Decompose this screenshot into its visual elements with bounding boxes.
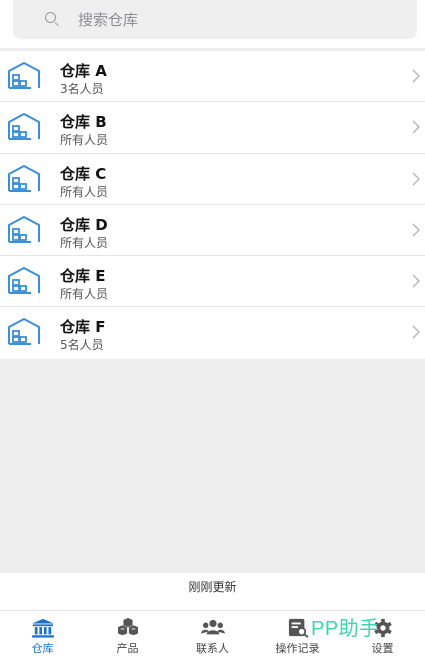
warehouse-row[interactable]: 仓库 F 5名人员 — [0, 307, 425, 358]
warehouse-staff: 3名人员 — [60, 82, 104, 96]
chevron-right-icon — [412, 325, 421, 340]
warehouse-icon — [8, 267, 40, 295]
warehouse-row[interactable]: 仓库 E 所有人员 — [0, 256, 425, 308]
warehouse-icon — [31, 618, 54, 638]
warehouse-name: 仓库 B — [60, 113, 107, 132]
warehouse-name: 仓库 A — [60, 62, 107, 80]
update-status-text: 刚刚更新 — [188, 580, 237, 594]
warehouse-staff: 所有人员 — [60, 184, 109, 199]
log-icon — [288, 618, 309, 638]
warehouse-staff: 所有人员 — [60, 133, 109, 148]
update-status: 刚刚更新 — [0, 573, 425, 610]
tab-warehouse[interactable]: 仓库 — [0, 611, 85, 656]
warehouse-list: 仓库 A 3名人员 仓库 B 所有人员 仓库 C 所有人员 仓库 D 所有人员 … — [0, 51, 425, 359]
warehouse-row[interactable]: 仓库 D 所有人员 — [0, 205, 425, 257]
tab-label: 操作记录 — [275, 642, 320, 655]
warehouse-icon — [8, 318, 40, 346]
chevron-right-icon — [412, 120, 421, 134]
warehouse-row[interactable]: 仓库 C 所有人员 — [0, 154, 425, 205]
search-input[interactable]: 搜索仓库 — [78, 9, 138, 30]
tab-label: 仓库 — [31, 642, 54, 655]
warehouse-icon — [8, 215, 40, 243]
chevron-right-icon — [412, 69, 421, 83]
search-bar[interactable]: 搜索仓库 — [13, 0, 417, 39]
warehouse-row[interactable]: 仓库 A 3名人员 — [0, 51, 425, 103]
warehouse-name: 仓库 F — [60, 318, 106, 337]
warehouse-staff: 所有人员 — [60, 287, 109, 302]
chevron-right-icon — [412, 223, 421, 237]
warehouse-name: 仓库 E — [60, 267, 106, 286]
chevron-right-icon — [412, 172, 421, 186]
boxes-icon — [117, 618, 138, 636]
warehouse-name: 仓库 C — [60, 164, 107, 183]
search-area: 搜索仓库 — [0, 0, 425, 48]
contacts-icon — [200, 619, 225, 635]
chevron-right-icon — [412, 274, 421, 288]
search-icon — [45, 11, 61, 28]
tab-label: 产品 — [116, 642, 139, 655]
tab-label: 联系人 — [196, 642, 229, 655]
warehouse-icon — [8, 62, 40, 89]
warehouse-icon — [8, 113, 40, 141]
warehouse-staff: 5名人员 — [60, 338, 104, 353]
tab-contacts[interactable]: 联系人 — [170, 611, 255, 656]
warehouse-name: 仓库 D — [60, 215, 108, 234]
warehouse-icon — [8, 164, 40, 192]
warehouse-staff: 所有人员 — [60, 235, 109, 250]
tab-products[interactable]: 产品 — [85, 611, 170, 656]
watermark: PP助手 — [311, 618, 380, 640]
tab-label: 设置 — [371, 642, 394, 655]
warehouse-row[interactable]: 仓库 B 所有人员 — [0, 102, 425, 154]
